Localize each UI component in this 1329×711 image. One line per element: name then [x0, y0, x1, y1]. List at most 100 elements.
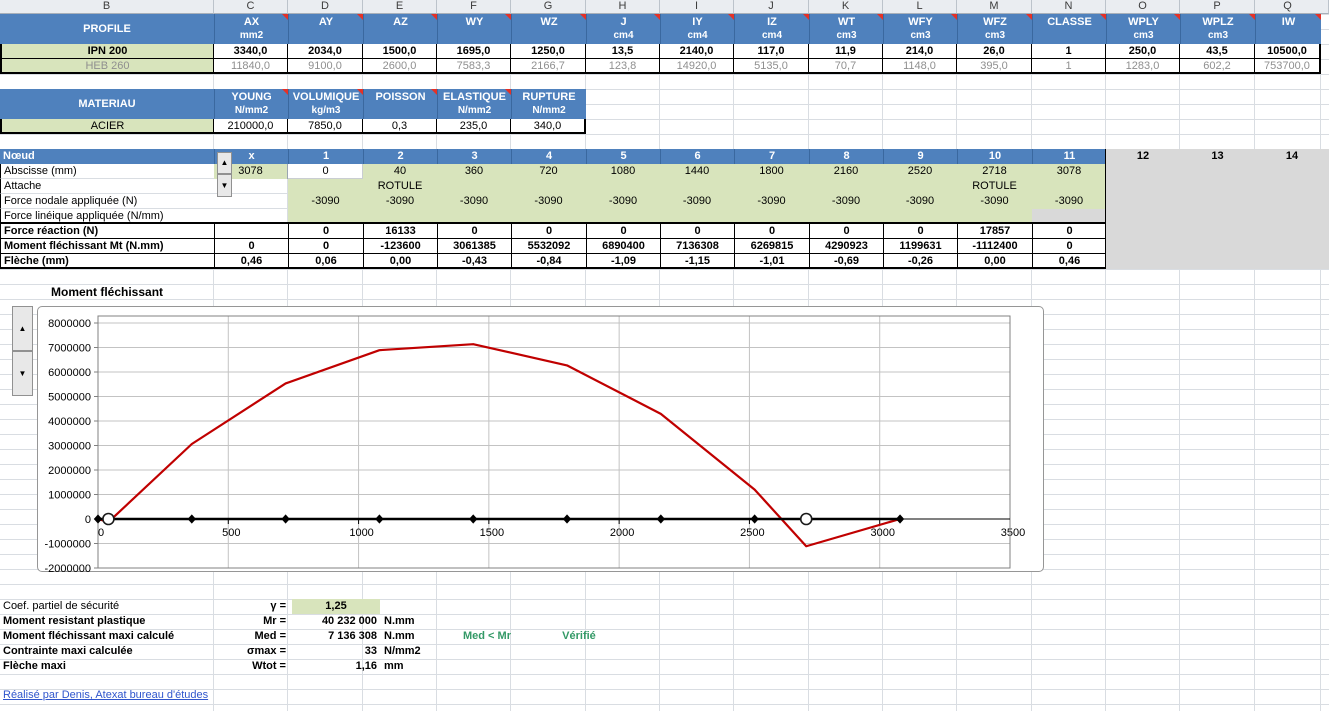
column-header-N[interactable]: N: [1032, 0, 1106, 14]
header-IY[interactable]: IY cm4: [660, 14, 734, 44]
chart-spinner-down[interactable]: ▼: [12, 351, 33, 396]
cell-IPN 200-WZ[interactable]: 1250,0: [511, 44, 586, 59]
node-number-1[interactable]: 1: [288, 149, 363, 164]
node-x-spinner-down[interactable]: ▼: [217, 174, 232, 197]
node-abscisse-5[interactable]: 1080: [586, 164, 660, 179]
node-fleche-6[interactable]: -1,15: [660, 254, 734, 269]
node-fleche-4[interactable]: -0,84: [511, 254, 586, 269]
summary-value-sigma[interactable]: 33: [288, 644, 377, 659]
node-reaction-1[interactable]: 0: [288, 224, 363, 239]
header-AY[interactable]: AY: [288, 14, 363, 44]
chart-spinner-up[interactable]: ▲: [12, 306, 33, 351]
cell-HEB 260-IY[interactable]: 14920,0: [660, 59, 734, 74]
cell-IPN 200-WFY[interactable]: 214,0: [883, 44, 957, 59]
node-number-3[interactable]: 3: [437, 149, 511, 164]
cell-IPN 200-IY[interactable]: 2140,0: [660, 44, 734, 59]
cell-IPN 200-CLASSE[interactable]: 1: [1032, 44, 1106, 59]
node-number-8[interactable]: 8: [809, 149, 883, 164]
cell-HEB 260-WPLY[interactable]: 1283,0: [1106, 59, 1180, 74]
header-WFY[interactable]: WFY cm3: [883, 14, 957, 44]
cell-HEB 260-WFY[interactable]: 1148,0: [883, 59, 957, 74]
header-AX[interactable]: AX mm2: [214, 14, 288, 44]
column-header-L[interactable]: L: [883, 0, 957, 14]
cell-IPN 200-AX[interactable]: 3340,0: [214, 44, 288, 59]
node-attache-2[interactable]: ROTULE: [363, 179, 437, 194]
column-header-D[interactable]: D: [288, 0, 363, 14]
node-force-nodale-2[interactable]: -3090: [363, 194, 437, 209]
row-name-ACIER[interactable]: ACIER: [0, 119, 214, 134]
cell-ACIER-YOUNG[interactable]: 210000,0: [214, 119, 288, 134]
cell-IPN 200-WPLZ[interactable]: 43,5: [1180, 44, 1255, 59]
cell-ACIER-ELASTIQUE[interactable]: 235,0: [437, 119, 511, 134]
node-reaction-7[interactable]: 0: [734, 224, 809, 239]
node-abscisse-6[interactable]: 1440: [660, 164, 734, 179]
cell-ACIER-RUPTURE[interactable]: 340,0: [511, 119, 586, 134]
node-fleche-2[interactable]: 0,00: [363, 254, 437, 269]
node-force-nodale-7[interactable]: -3090: [734, 194, 809, 209]
cell-IPN 200-IW[interactable]: 10500,0: [1255, 44, 1321, 59]
cell-IPN 200-AY[interactable]: 2034,0: [288, 44, 363, 59]
node-reaction-11[interactable]: 0: [1032, 224, 1106, 239]
node-x-reaction[interactable]: [214, 224, 288, 239]
cell-IPN 200-WT[interactable]: 11,9: [809, 44, 883, 59]
node-force-nodale-4[interactable]: -3090: [511, 194, 586, 209]
node-fleche-11[interactable]: 0,46: [1032, 254, 1106, 269]
node-reaction-10[interactable]: 17857: [957, 224, 1032, 239]
column-header-M[interactable]: M: [957, 0, 1032, 14]
column-header-Q[interactable]: Q: [1255, 0, 1321, 14]
node-moment-8[interactable]: 4290923: [809, 239, 883, 254]
node-reaction-8[interactable]: 0: [809, 224, 883, 239]
summary-value-med[interactable]: 7 136 308: [288, 629, 377, 644]
cell-ACIER-POISSON[interactable]: 0,3: [363, 119, 437, 134]
column-header-K[interactable]: K: [809, 0, 883, 14]
node-number-11[interactable]: 11: [1032, 149, 1106, 164]
cell-IPN 200-IZ[interactable]: 117,0: [734, 44, 809, 59]
node-abscisse-11[interactable]: 3078: [1032, 164, 1106, 179]
node-moment-9[interactable]: 1199631: [883, 239, 957, 254]
node-number-12[interactable]: 12: [1106, 149, 1180, 164]
node-fleche-1[interactable]: 0,06: [288, 254, 363, 269]
node-number-4[interactable]: 4: [511, 149, 586, 164]
node-abscisse-8[interactable]: 2160: [809, 164, 883, 179]
column-header-B[interactable]: B: [0, 0, 214, 14]
node-abscisse-7[interactable]: 1800: [734, 164, 809, 179]
node-moment-1[interactable]: 0: [288, 239, 363, 254]
node-reaction-4[interactable]: 0: [511, 224, 586, 239]
node-reaction-9[interactable]: 0: [883, 224, 957, 239]
header-WT[interactable]: WT cm3: [809, 14, 883, 44]
cell-ACIER-VOLUMIQUE[interactable]: 7850,0: [288, 119, 363, 134]
node-abscisse-4[interactable]: 720: [511, 164, 586, 179]
header-WFZ[interactable]: WFZ cm3: [957, 14, 1032, 44]
header-WPLY[interactable]: WPLY cm3: [1106, 14, 1180, 44]
node-number-9[interactable]: 9: [883, 149, 957, 164]
node-abscisse-2[interactable]: 40: [363, 164, 437, 179]
node-moment-11[interactable]: 0: [1032, 239, 1106, 254]
node-moment-2[interactable]: -123600: [363, 239, 437, 254]
node-attache-10[interactable]: ROTULE: [957, 179, 1032, 194]
column-header-J[interactable]: J: [734, 0, 809, 14]
cell-HEB 260-AY[interactable]: 9100,0: [288, 59, 363, 74]
cell-HEB 260-J[interactable]: 123,8: [586, 59, 660, 74]
cell-IPN 200-J[interactable]: 13,5: [586, 44, 660, 59]
node-force-nodale-9[interactable]: -3090: [883, 194, 957, 209]
header-RUPTURE[interactable]: RUPTURE N/mm2: [511, 89, 586, 119]
header-WY[interactable]: WY: [437, 14, 511, 44]
node-number-10[interactable]: 10: [957, 149, 1032, 164]
row-name-HEB 260[interactable]: HEB 260: [0, 59, 214, 74]
node-reaction-3[interactable]: 0: [437, 224, 511, 239]
node-number-6[interactable]: 6: [660, 149, 734, 164]
cell-HEB 260-WZ[interactable]: 2166,7: [511, 59, 586, 74]
author-link[interactable]: Réalisé par Denis, Atexat bureau d'étude…: [3, 689, 208, 701]
header-WPLZ[interactable]: WPLZ cm3: [1180, 14, 1255, 44]
header-AZ[interactable]: AZ: [363, 14, 437, 44]
cell-HEB 260-AX[interactable]: 11840,0: [214, 59, 288, 74]
header-VOLUMIQUE[interactable]: VOLUMIQUE kg/m3: [288, 89, 363, 119]
summary-value-wtot[interactable]: 1,16: [288, 659, 377, 674]
node-moment-5[interactable]: 6890400: [586, 239, 660, 254]
cell-HEB 260-AZ[interactable]: 2600,0: [363, 59, 437, 74]
header-IZ[interactable]: IZ cm4: [734, 14, 809, 44]
moment-chart[interactable]: 8000000 7000000 6000000 5000000 4000000 30000…: [37, 306, 1044, 575]
node-fleche-9[interactable]: -0,26: [883, 254, 957, 269]
header-IW[interactable]: IW: [1255, 14, 1321, 44]
cell-HEB 260-WT[interactable]: 70,7: [809, 59, 883, 74]
